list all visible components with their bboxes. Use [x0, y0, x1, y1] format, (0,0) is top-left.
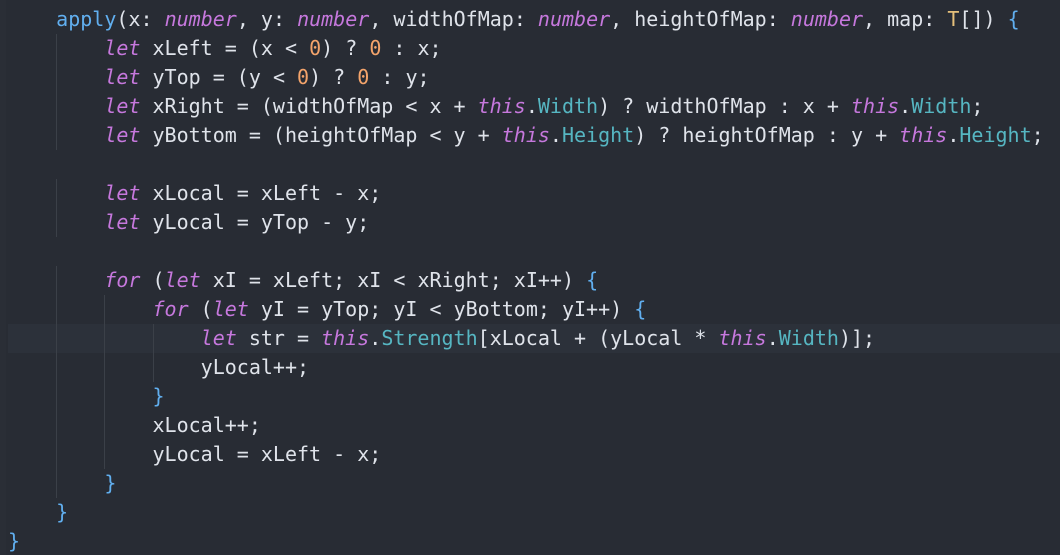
code-line[interactable]	[8, 150, 1060, 179]
code-line-text: for (let xI = xLeft; xI < xRight; xI++) …	[104, 268, 599, 292]
code-line[interactable]: for (let yI = yTop; yI < yBottom; yI++) …	[8, 295, 1060, 324]
code-line[interactable]: yLocal = xLeft - x;	[8, 440, 1060, 469]
code-line[interactable]: apply(x: number, y: number, widthOfMap: …	[8, 5, 1060, 34]
code-editor[interactable]: apply(x: number, y: number, widthOfMap: …	[0, 0, 1060, 555]
code-line[interactable]: let xLeft = (x < 0) ? 0 : x;	[8, 34, 1060, 63]
code-line[interactable]: }	[8, 469, 1060, 498]
code-line[interactable]: }	[8, 498, 1060, 527]
code-line[interactable]: let xLocal = xLeft - x;	[8, 179, 1060, 208]
code-line-text: let str = this.Strength[xLocal + (yLocal…	[200, 326, 876, 350]
code-line[interactable]: xLocal++;	[8, 411, 1060, 440]
code-line-text: }	[104, 471, 117, 495]
code-line-text: }	[56, 500, 69, 524]
code-line-text: let xLocal = xLeft - x;	[104, 181, 382, 205]
code-line-text: }	[8, 529, 21, 553]
code-line-text: xLocal++;	[8, 413, 261, 437]
code-line[interactable]: let yTop = (y < 0) ? 0 : y;	[8, 63, 1060, 92]
code-line-text: for (let yI = yTop; yI < yBottom; yI++) …	[152, 297, 647, 321]
code-line-text: let yBottom = (heightOfMap < y + this.He…	[104, 123, 1044, 147]
code-line[interactable]: let yLocal = yTop - y;	[8, 208, 1060, 237]
code-line-text: let xLeft = (x < 0) ? 0 : x;	[104, 36, 442, 60]
code-line-text: let yTop = (y < 0) ? 0 : y;	[104, 65, 430, 89]
code-line[interactable]: let str = this.Strength[xLocal + (yLocal…	[8, 324, 1060, 353]
code-line[interactable]: }	[8, 382, 1060, 411]
code-line-text: yLocal++;	[8, 355, 310, 379]
code-line[interactable]: }	[8, 527, 1060, 555]
code-line[interactable]	[8, 237, 1060, 266]
code-line-text: yLocal = xLeft - x;	[8, 442, 382, 466]
code-line[interactable]: let xRight = (widthOfMap < x + this.Widt…	[8, 92, 1060, 121]
code-line[interactable]: yLocal++;	[8, 353, 1060, 382]
code-line-text: }	[152, 384, 165, 408]
code-line-text: apply(x: number, y: number, widthOfMap: …	[56, 7, 1020, 31]
code-line[interactable]: let yBottom = (heightOfMap < y + this.He…	[8, 121, 1060, 150]
code-line-text: let yLocal = yTop - y;	[104, 210, 370, 234]
code-line[interactable]: for (let xI = xLeft; xI < xRight; xI++) …	[8, 266, 1060, 295]
code-line-text: let xRight = (widthOfMap < x + this.Widt…	[104, 94, 984, 118]
editor-gutter	[0, 0, 6, 555]
